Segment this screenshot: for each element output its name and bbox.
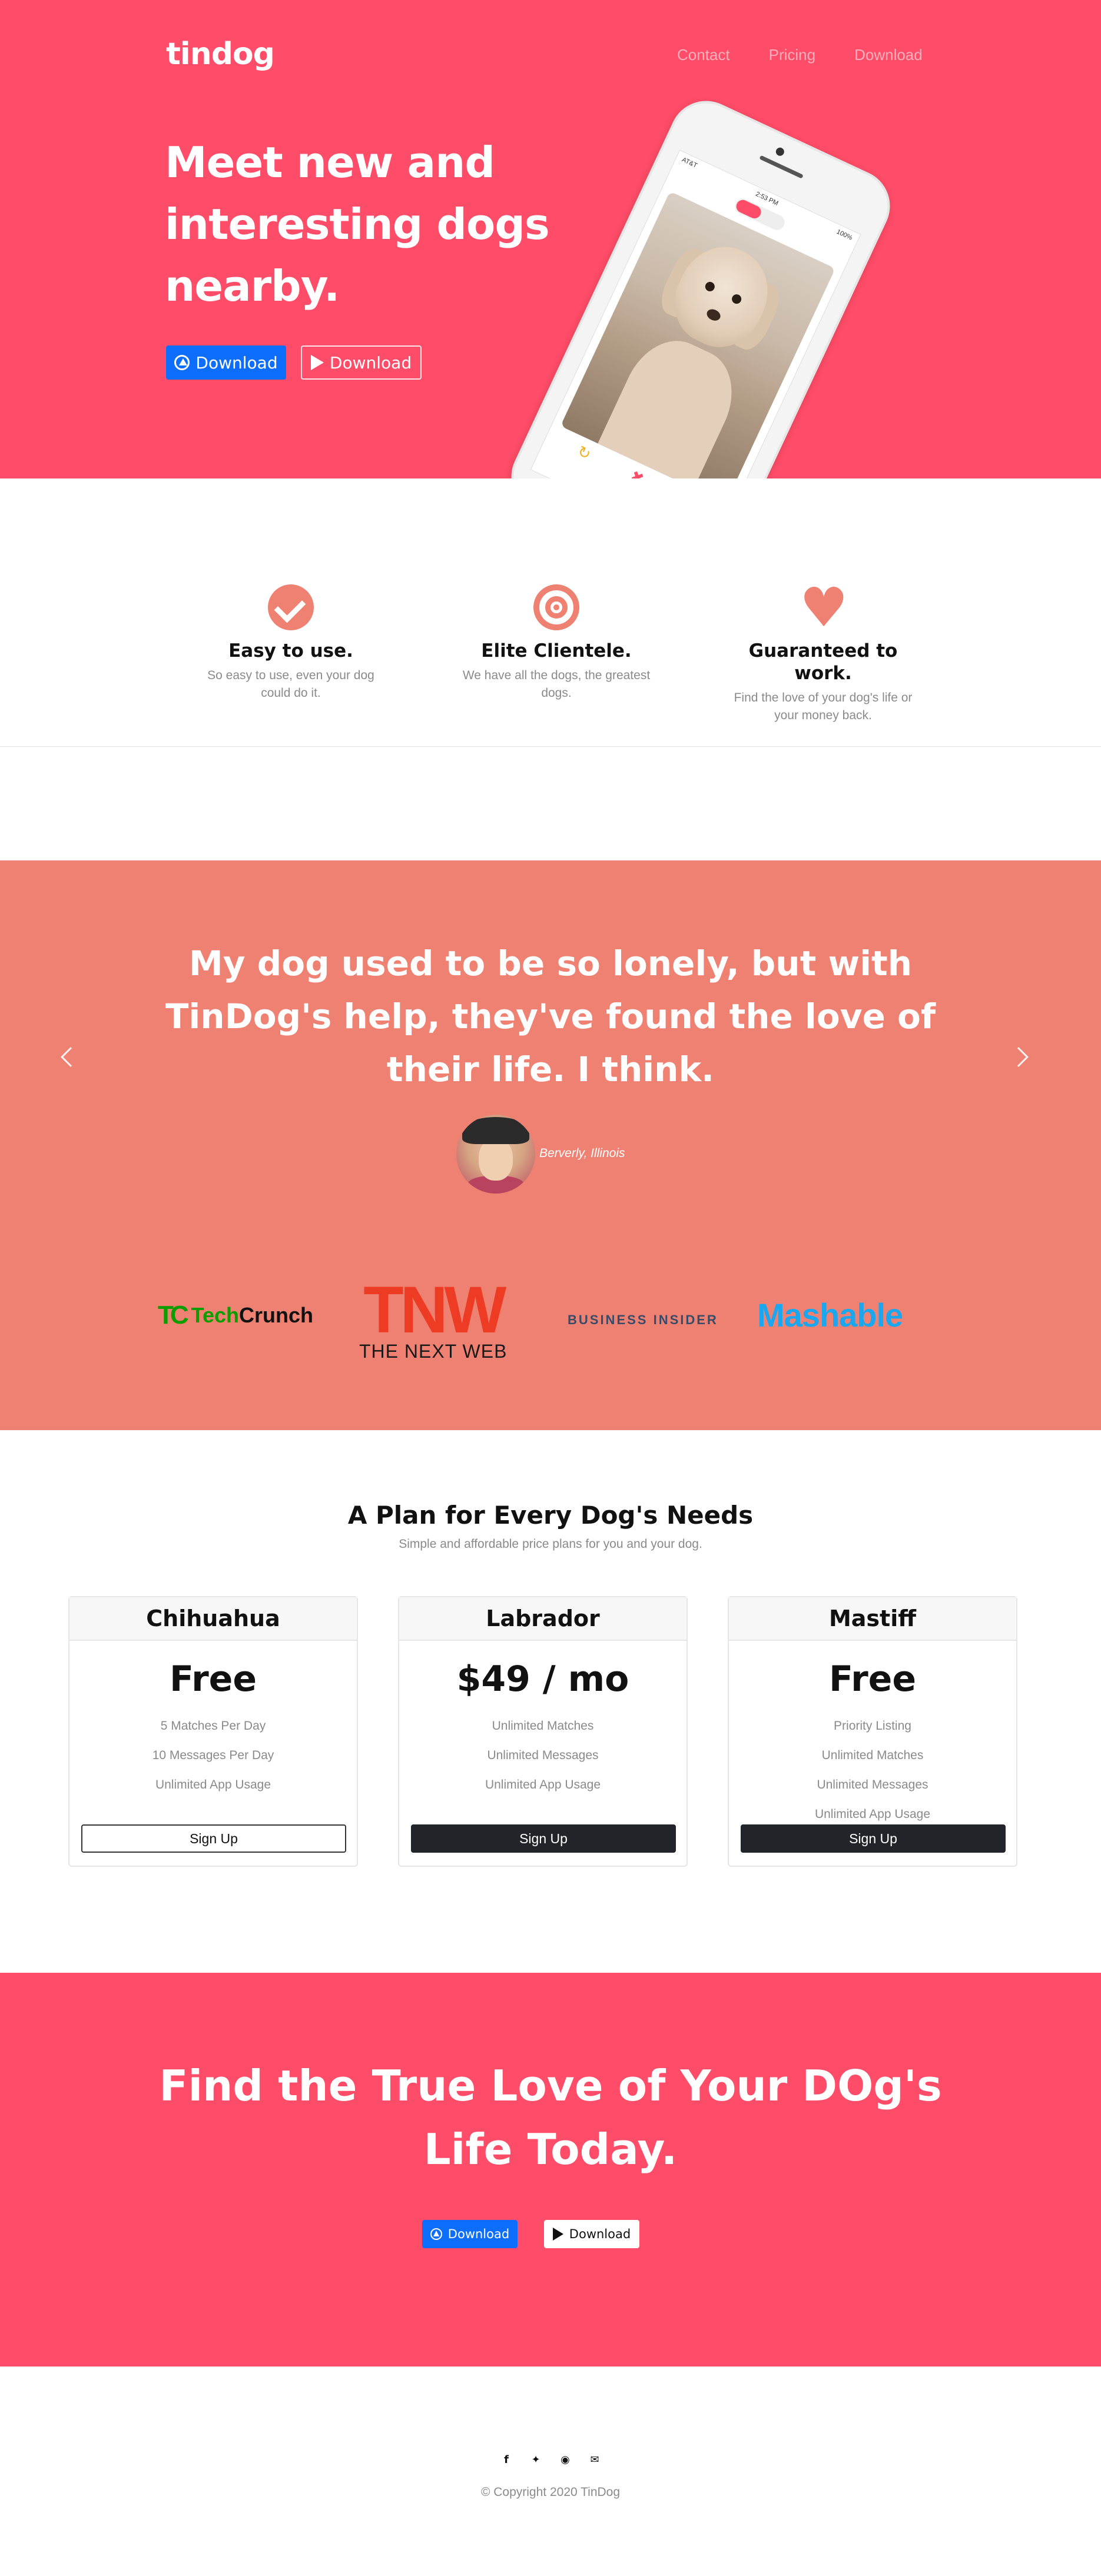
plan-card-mastiff: Mastiff Free Priority Listing Unlimited …	[728, 1596, 1017, 1867]
plan-feature: Unlimited App Usage	[485, 1778, 601, 1791]
app-store-icon	[430, 2228, 442, 2240]
plan-feature: Unlimited Messages	[817, 1778, 928, 1791]
plan-name: Labrador	[399, 1597, 687, 1641]
tnw-mark: TNW	[363, 1273, 506, 1347]
plan-card-labrador: Labrador $49 / mo Unlimited Matches Unli…	[398, 1596, 688, 1867]
business-insider-logo: BUSINESS INSIDER	[568, 1312, 718, 1327]
plan-name: Mastiff	[729, 1597, 1016, 1641]
hero-download-appstore-label: Download	[195, 353, 278, 373]
plan-feature-list: Unlimited Matches Unlimited Messages Unl…	[399, 1711, 687, 1800]
testimonial-author: Berverly, Illinois	[539, 1146, 625, 1160]
testimonial-quote: My dog used to be so lonely, but with Ti…	[165, 943, 936, 1089]
feature-title: Guaranteed to work.	[748, 640, 898, 684]
facebook-icon[interactable]: f	[500, 2454, 513, 2467]
testimonial-section: My dog used to be so lonely, but with Ti…	[0, 860, 1101, 1430]
cta-download-appstore-label: Download	[447, 2227, 510, 2241]
phone-carrier: AT&T	[681, 156, 699, 169]
tnw-name: THE NEXT WEB	[359, 1341, 508, 1362]
plan-feature: 10 Messages Per Day	[152, 1749, 274, 1762]
nav-link-download[interactable]: Download	[854, 46, 923, 64]
plan-price: Free	[169, 1658, 257, 1700]
techcrunch-name-a: Tech	[191, 1303, 240, 1327]
nav-link-pricing[interactable]: Pricing	[769, 46, 815, 64]
pricing-section: A Plan for Every Dog's Needs Simple and …	[0, 1430, 1101, 1973]
feature-easy-to-use: Easy to use. So easy to use, even your d…	[197, 584, 385, 702]
brand-logo[interactable]: tindog	[166, 36, 275, 72]
mashable-logo: Mashable	[757, 1297, 903, 1334]
cta-download-playstore-button[interactable]: Download	[544, 2220, 639, 2248]
social-links: f ✦ ◉ ✉	[0, 2454, 1101, 2467]
plan-feature: Unlimited Messages	[487, 1749, 599, 1762]
hero-download-playstore-label: Download	[329, 353, 412, 373]
top-nav: Contact Pricing Download	[677, 46, 961, 64]
instagram-icon[interactable]: ◉	[559, 2454, 572, 2467]
twitter-icon[interactable]: ✦	[529, 2454, 542, 2467]
app-store-icon	[174, 355, 190, 370]
signup-button-labrador[interactable]: Sign Up	[411, 1824, 676, 1853]
dog-photo	[560, 191, 835, 478]
rewind-icon: ↻	[574, 442, 594, 464]
testimonial-avatar	[456, 1115, 535, 1194]
copyright-text: © Copyright 2020 TinDog	[480, 2485, 621, 2499]
plan-feature: Unlimited Matches	[492, 1719, 594, 1733]
pricing-subtitle: Simple and affordable price plans for yo…	[399, 1537, 702, 1551]
bullseye-icon	[533, 584, 580, 631]
techcrunch-mark: TC	[158, 1301, 189, 1329]
feature-text: Find the love of your dog's life or your…	[734, 691, 913, 722]
techcrunch-name-b: Crunch	[239, 1303, 314, 1327]
carousel-next-icon[interactable]	[1009, 1047, 1029, 1067]
check-circle-icon	[267, 584, 314, 631]
nav-link-contact[interactable]: Contact	[677, 46, 730, 64]
heart-icon: ♥	[800, 576, 848, 639]
envelope-icon[interactable]: ✉	[588, 2454, 601, 2467]
phone-camera	[774, 146, 786, 158]
feature-elite-clientele: Elite Clientele. We have all the dogs, t…	[462, 584, 651, 702]
pricing-title: A Plan for Every Dog's Needs	[347, 1501, 754, 1530]
plan-feature-list: 5 Matches Per Day 10 Messages Per Day Un…	[69, 1711, 357, 1800]
plan-name: Chihuahua	[69, 1597, 357, 1641]
google-play-icon	[310, 355, 324, 370]
cta-section: Find the True Love of Your DOg's Life To…	[0, 1973, 1101, 2366]
techcrunch-logo: TC TechCrunch	[158, 1301, 313, 1330]
dislike-icon: ✖	[627, 467, 647, 478]
carousel-prev-icon[interactable]	[61, 1047, 81, 1067]
hero-download-playstore-button[interactable]: Download	[301, 345, 422, 380]
plan-feature: Unlimited Matches	[821, 1749, 924, 1762]
phone-battery: 100%	[835, 228, 854, 242]
feature-text: So easy to use, even your dog could do i…	[207, 669, 374, 700]
feature-text: We have all the dogs, the greatest dogs.	[462, 669, 651, 700]
feature-title: Easy to use.	[228, 640, 353, 662]
feature-guaranteed: ♥ Guaranteed to work. Find the love of y…	[729, 576, 917, 724]
tnw-logo: TNW THE NEXT WEB	[359, 1273, 508, 1362]
plan-feature: Priority Listing	[834, 1719, 911, 1733]
cta-download-playstore-label: Download	[569, 2227, 631, 2241]
cta-title: Find the True Love of Your DOg's Life To…	[159, 2061, 942, 2174]
hero-title: Meet new and interesting dogs nearby.	[165, 138, 550, 311]
signup-button-mastiff[interactable]: Sign Up	[741, 1824, 1006, 1853]
cta-download-appstore-button[interactable]: Download	[422, 2220, 518, 2248]
plan-feature-list: Priority Listing Unlimited Matches Unlim…	[729, 1711, 1016, 1829]
plan-price: Free	[828, 1658, 917, 1700]
footer: f ✦ ◉ ✉ © Copyright 2020 TinDog	[0, 2366, 1101, 2576]
features-section: Easy to use. So easy to use, even your d…	[0, 478, 1101, 747]
plan-price: $49 / mo	[456, 1658, 629, 1700]
plan-feature: 5 Matches Per Day	[160, 1719, 266, 1733]
phone-speaker	[759, 155, 804, 179]
signup-button-chihuahua[interactable]: Sign Up	[81, 1824, 346, 1853]
phone-screen: AT&T 2:53 PM 100% ↻ ✖ ★	[530, 149, 861, 478]
hero-section: tindog Contact Pricing Download Meet new…	[0, 0, 1101, 478]
feature-title: Elite Clientele.	[481, 640, 632, 662]
plan-card-chihuahua: Chihuahua Free 5 Matches Per Day 10 Mess…	[68, 1596, 358, 1867]
plan-feature: Unlimited App Usage	[155, 1778, 271, 1791]
google-play-icon	[552, 2228, 563, 2241]
hero-download-appstore-button[interactable]: Download	[166, 345, 286, 380]
